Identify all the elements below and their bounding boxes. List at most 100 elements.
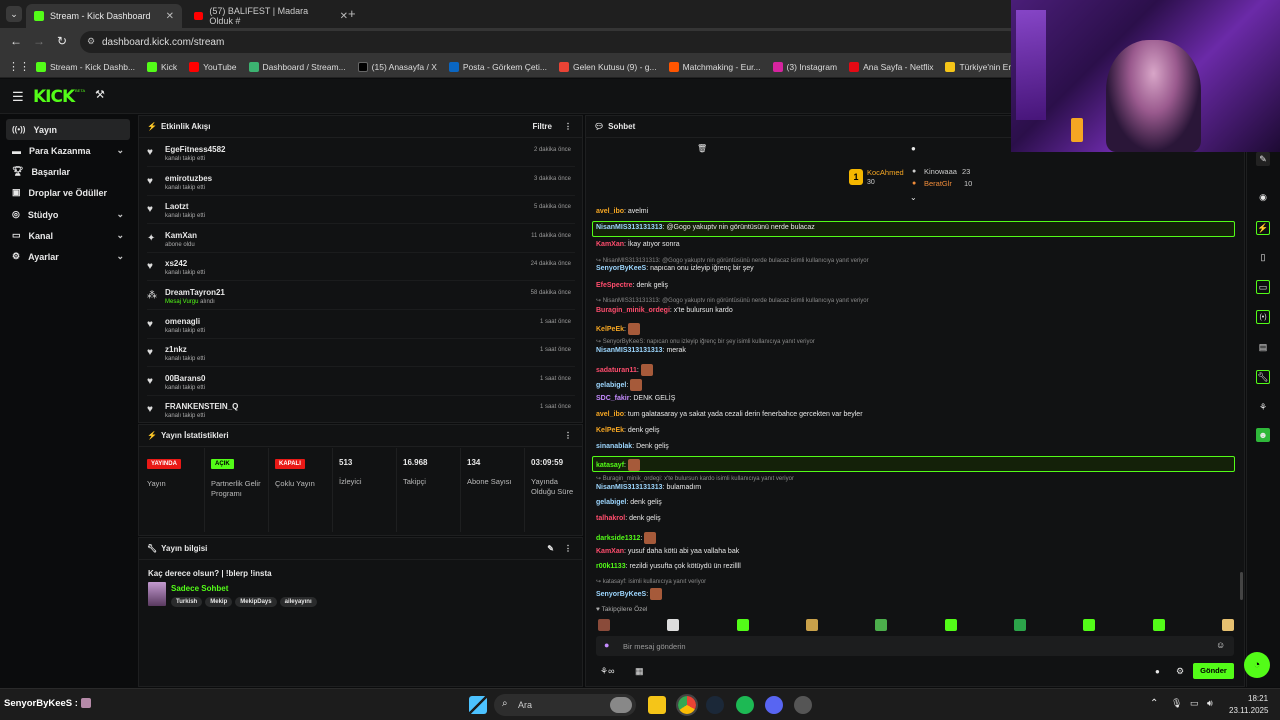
taskbar-search[interactable]: ⌕ Ara (494, 694, 636, 716)
chat-username[interactable]: Buragin_minik_ordegi (596, 307, 670, 314)
leaderboard-name[interactable]: Kinowaaa (924, 167, 957, 176)
chat-username[interactable]: r00k1133 (596, 563, 626, 570)
clock-time[interactable]: 18:21 (1248, 694, 1268, 703)
windows-start-icon[interactable] (469, 696, 487, 714)
tab-youtube[interactable]: (57) BALIFEST | Madara Olduk # ✕ (186, 4, 356, 28)
bookmark-item[interactable]: Dashboard / Stream... (248, 61, 346, 72)
close-tab-icon[interactable]: ✕ (166, 11, 174, 22)
chat-username[interactable]: KelPeEk (596, 326, 624, 333)
trash-icon[interactable]: 🗑︎ (697, 144, 707, 153)
calendar-icon[interactable]: ▦ (635, 666, 644, 677)
network-icon[interactable]: ▭ (1190, 698, 1199, 709)
activity-user[interactable]: omenagli (165, 317, 200, 326)
layout-icon[interactable]: ▤ (1256, 340, 1270, 354)
chat-settings-icon[interactable]: ⚙ (1176, 666, 1184, 677)
tag[interactable]: Mekip (205, 597, 233, 607)
activity-user[interactable]: emirotuzbes (165, 174, 212, 183)
file-explorer-icon[interactable] (648, 696, 666, 714)
more-options-icon[interactable]: ⋮ (564, 544, 572, 553)
bookmark-item[interactable]: Stream - Kick Dashb... (36, 61, 135, 72)
activity-user[interactable]: EgeFitness4582 (165, 145, 225, 154)
back-icon[interactable]: ← (10, 34, 22, 48)
send-button[interactable]: Gönder (1193, 663, 1234, 679)
activity-user[interactable]: z1nkz (165, 345, 187, 354)
tab-kick-dashboard[interactable]: Stream - Kick Dashboard ✕ (26, 4, 182, 28)
tab-menu-button[interactable]: ⌄ (6, 6, 22, 22)
chat-username[interactable]: EfeSpectre (596, 282, 633, 289)
chat-username[interactable]: sadaturan11 (596, 367, 637, 374)
chat-username[interactable]: avel_ibo (596, 411, 624, 418)
chat-username[interactable]: katasayf (596, 462, 624, 469)
app-icon[interactable] (794, 696, 812, 714)
sidebar-item-kanal[interactable]: ▭ Kanal ⌄ (6, 225, 130, 246)
activity-user[interactable]: Laotzt (165, 202, 189, 211)
share-icon[interactable]: ⚘ (1256, 400, 1270, 414)
apps-icon[interactable]: ⋮⋮ (8, 60, 30, 73)
tag[interactable]: MekipDays (235, 597, 277, 607)
activity-user[interactable]: 00Barans0 (165, 374, 205, 383)
chat-username[interactable]: NisanMIS313131313 (596, 347, 663, 354)
chat-scrollbar[interactable] (1240, 572, 1243, 600)
category-name[interactable]: Sadece Sohbet (171, 584, 228, 593)
chat-username[interactable]: NisanMIS313131313 (596, 484, 663, 491)
emoji-icon[interactable]: ☺ (1216, 640, 1225, 650)
clock-date[interactable]: 23.11.2025 (1229, 706, 1268, 715)
chat-username[interactable]: SDC_fakir (596, 395, 629, 402)
chat-icon[interactable]: ▭ (1256, 280, 1270, 294)
steam-icon[interactable] (706, 696, 724, 714)
edit-icon[interactable]: ✎ (547, 544, 554, 553)
leaderboard-name[interactable]: BeratGlr (924, 179, 952, 188)
discord-icon[interactable] (765, 696, 783, 714)
chat-username[interactable]: KamXan (596, 548, 624, 555)
emote-icon[interactable] (875, 619, 888, 631)
chat-input[interactable]: ● Bir mesaj gönderin ☺ (596, 636, 1234, 656)
bookmark-item[interactable]: YouTube (189, 61, 237, 72)
chat-username[interactable]: KamXan (596, 241, 624, 248)
collapse-icon[interactable]: ⌄ (910, 193, 917, 202)
forward-icon[interactable]: → (33, 34, 45, 48)
more-options-icon[interactable]: ⋮ (564, 431, 572, 440)
sidebar-item-ayarlar[interactable]: ⚙ Ayarlar ⌄ (6, 246, 130, 267)
document-icon[interactable]: ▯ (1256, 250, 1270, 264)
broadcast-icon[interactable]: (•) (1256, 310, 1270, 324)
chat-username[interactable]: KelPeEk (596, 427, 624, 434)
sidebar-item-studyo[interactable]: ◎ Stüdyo ⌄ (6, 204, 130, 225)
chat-tools-icon[interactable]: ⚘∞ (600, 666, 614, 677)
activity-user[interactable]: FRANKENSTEIN_Q (165, 402, 238, 411)
sidebar-item-yayin[interactable]: ((•)) Yayın (6, 119, 130, 140)
bot-icon[interactable]: ☻ (1256, 428, 1270, 442)
emote-icon[interactable] (736, 619, 749, 631)
tag[interactable]: Turkish (171, 597, 203, 607)
new-tab-button[interactable]: + (348, 6, 356, 21)
spotify-icon[interactable] (736, 696, 754, 714)
sidebar-item-para-kazanma[interactable]: ▬ Para Kazanma ⌄ (6, 140, 130, 161)
close-tab-icon[interactable]: ✕ (340, 11, 348, 22)
microphone-icon[interactable]: 🎙︎ (1171, 698, 1182, 709)
tag[interactable]: aileyayını (279, 597, 317, 607)
bookmark-item[interactable]: Posta - Görkem Çeti... (448, 61, 547, 72)
emote-icon[interactable] (944, 619, 957, 631)
bookmark-item[interactable]: (3) Instagram (772, 61, 837, 72)
filter-button[interactable]: Filtre (532, 122, 552, 131)
sidebar-item-basarilar[interactable]: 🏆︎ Başarılar (6, 161, 130, 182)
tray-chevron-icon[interactable]: ⌃ (1150, 698, 1158, 709)
emote-icon[interactable] (805, 619, 818, 631)
chat-username[interactable]: gelabigel (596, 382, 626, 389)
chat-bubble-icon[interactable]: ● (911, 144, 916, 153)
kick-logo[interactable]: KICK (33, 87, 75, 107)
emote-icon[interactable] (598, 619, 610, 631)
emote-icon[interactable] (1013, 619, 1026, 631)
emote-icon[interactable] (667, 619, 680, 631)
camera-icon[interactable]: ◉ (1256, 190, 1270, 204)
emote-icon[interactable] (1083, 619, 1096, 631)
microphone-icon[interactable]: ● (604, 640, 609, 650)
creator-tools-icon[interactable]: ⚒ (95, 88, 105, 101)
chrome-icon[interactable] (676, 694, 698, 716)
chat-username[interactable]: darkside1312 (596, 535, 640, 542)
activity-user[interactable]: xs242 (165, 259, 187, 268)
help-chat-button[interactable]: ◔ (1244, 652, 1270, 678)
url-input[interactable]: ⚙ dashboard.kick.com/stream (80, 31, 1020, 53)
chat-username[interactable]: SenyorByKeeS (596, 265, 646, 272)
chat-username[interactable]: NisanMIS313131313 (596, 224, 663, 231)
activity-user[interactable]: KamXan (165, 231, 197, 240)
